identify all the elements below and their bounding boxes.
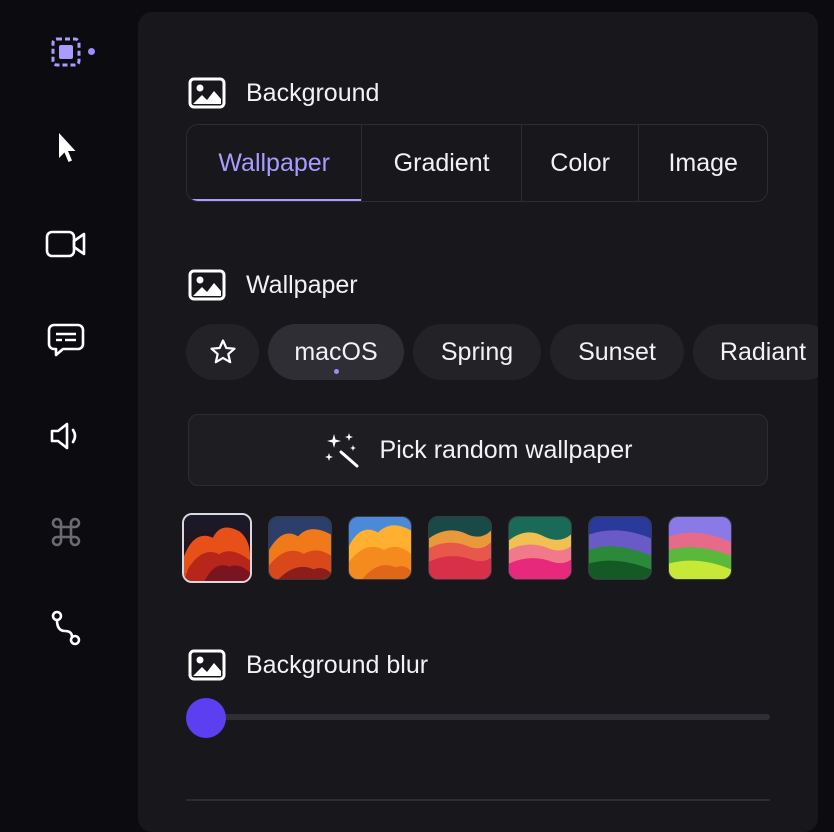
background-blur-section-title: Background blur bbox=[188, 648, 428, 682]
cursor-arrow-icon bbox=[59, 133, 76, 162]
rail-path-button[interactable] bbox=[42, 604, 90, 652]
caption-bubble-icon bbox=[47, 323, 85, 357]
chip-spring[interactable]: Spring bbox=[413, 324, 541, 380]
tab-image[interactable]: Image bbox=[639, 125, 767, 201]
image-icon bbox=[188, 77, 226, 109]
rail-shortcuts-button[interactable] bbox=[42, 508, 90, 556]
image-icon bbox=[188, 649, 226, 681]
wallpaper-thumb-sonoma-pink[interactable] bbox=[508, 516, 572, 580]
chip-label: Radiant bbox=[719, 337, 807, 366]
wallpaper-preview bbox=[509, 517, 571, 579]
section-divider bbox=[186, 799, 770, 801]
wallpaper-title-text: Wallpaper bbox=[246, 270, 358, 299]
wallpaper-thumb-sonoma-green-dark[interactable] bbox=[588, 516, 652, 580]
wallpaper-thumb-sonoma-red[interactable] bbox=[182, 513, 252, 583]
video-camera-icon bbox=[45, 230, 86, 258]
rail-audio-button[interactable] bbox=[42, 412, 90, 460]
slider-track[interactable] bbox=[206, 714, 770, 720]
image-icon bbox=[188, 269, 226, 301]
wallpaper-preview bbox=[269, 517, 331, 579]
random-wallpaper-label: Pick random wallpaper bbox=[379, 435, 633, 464]
bezier-path-icon bbox=[51, 610, 81, 646]
rail-captions-button[interactable] bbox=[42, 316, 90, 364]
background-title-text: Background bbox=[246, 78, 380, 107]
command-key-icon bbox=[51, 517, 81, 547]
wallpaper-section-title: Wallpaper bbox=[188, 268, 358, 302]
tool-rail bbox=[0, 0, 130, 816]
wallpaper-preview bbox=[349, 517, 411, 579]
chip-label: macOS bbox=[294, 337, 378, 366]
wallpaper-preview bbox=[669, 517, 731, 579]
background-blur-slider[interactable] bbox=[186, 698, 770, 738]
pick-random-wallpaper-button[interactable]: Pick random wallpaper bbox=[188, 414, 768, 486]
wallpaper-thumb-sonoma-green-light[interactable] bbox=[668, 516, 732, 580]
background-type-tabs: Wallpaper Gradient Color Image bbox=[186, 124, 768, 202]
chip-active-dot bbox=[333, 369, 339, 374]
wallpaper-thumb-ventura-light[interactable] bbox=[348, 516, 412, 580]
rail-cursor-button[interactable] bbox=[42, 124, 90, 172]
active-indicator bbox=[88, 48, 95, 55]
chip-favorites[interactable] bbox=[186, 324, 259, 380]
chip-label: Sunset bbox=[578, 337, 656, 366]
wallpaper-thumbnails bbox=[182, 513, 732, 583]
slider-thumb[interactable] bbox=[186, 698, 226, 738]
wallpaper-category-chips: macOS Spring Sunset Radiant bbox=[186, 324, 818, 380]
settings-panel: Background Wallpaper Gradient Color Imag… bbox=[138, 12, 818, 832]
chip-radiant[interactable]: Radiant bbox=[693, 324, 818, 380]
rail-camera-button[interactable] bbox=[42, 220, 90, 268]
wallpaper-preview bbox=[589, 517, 651, 579]
wallpaper-thumb-sonoma-wave[interactable] bbox=[428, 516, 492, 580]
chip-macos[interactable]: macOS bbox=[268, 324, 404, 380]
selection-frame-icon bbox=[51, 37, 81, 67]
speaker-icon bbox=[50, 422, 77, 450]
blur-title-text: Background blur bbox=[246, 650, 429, 679]
wallpaper-thumb-ventura-orange[interactable] bbox=[268, 516, 332, 580]
tab-wallpaper[interactable]: Wallpaper bbox=[187, 125, 363, 201]
tab-gradient[interactable]: Gradient bbox=[362, 125, 522, 201]
wallpaper-preview bbox=[184, 515, 250, 581]
chip-label: Spring bbox=[440, 337, 514, 366]
magic-wand-icon bbox=[324, 433, 359, 468]
rail-background-button[interactable] bbox=[42, 28, 90, 76]
star-icon bbox=[209, 339, 236, 364]
tab-color[interactable]: Color bbox=[522, 125, 640, 201]
chip-sunset[interactable]: Sunset bbox=[550, 324, 684, 380]
background-section-title: Background bbox=[188, 76, 379, 110]
wallpaper-preview bbox=[429, 517, 491, 579]
